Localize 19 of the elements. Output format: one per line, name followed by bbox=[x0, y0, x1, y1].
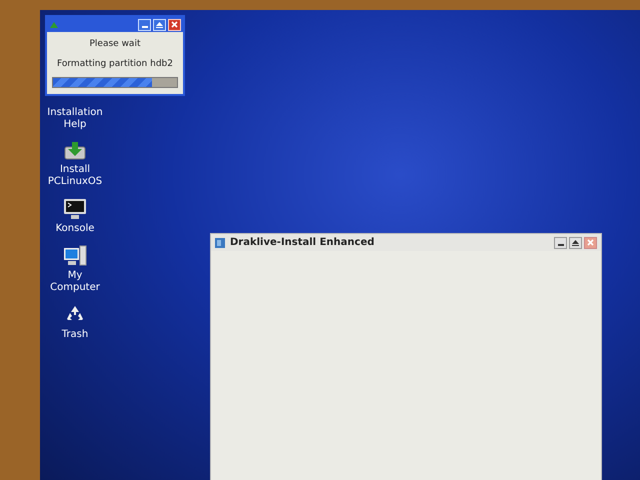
desktop-icon-label[interactable]: Install PCLinuxOS bbox=[48, 164, 102, 188]
maximize-icon bbox=[572, 240, 579, 246]
app-icon bbox=[49, 20, 59, 28]
desktop-icon-label[interactable]: Installation Help bbox=[47, 107, 103, 131]
app-icon bbox=[215, 238, 225, 248]
maximize-button[interactable] bbox=[569, 236, 582, 248]
dialog-heading: Please wait bbox=[90, 38, 140, 51]
status-message: Formatting partition hdb2 bbox=[57, 58, 173, 70]
desktop-icon-label[interactable]: Trash bbox=[62, 329, 88, 341]
computer-icon bbox=[63, 245, 87, 267]
minimize-button[interactable] bbox=[554, 236, 567, 248]
desktop-icon-label[interactable]: My Computer bbox=[50, 270, 100, 294]
close-icon bbox=[587, 239, 594, 246]
desktop-icon-label[interactable]: Konsole bbox=[56, 223, 94, 235]
close-icon bbox=[171, 21, 178, 28]
monitor-icon bbox=[63, 198, 87, 220]
window-title: Draklive-Install Enhanced bbox=[230, 236, 374, 250]
drive-download-icon bbox=[63, 141, 87, 161]
maximize-icon bbox=[156, 22, 163, 28]
